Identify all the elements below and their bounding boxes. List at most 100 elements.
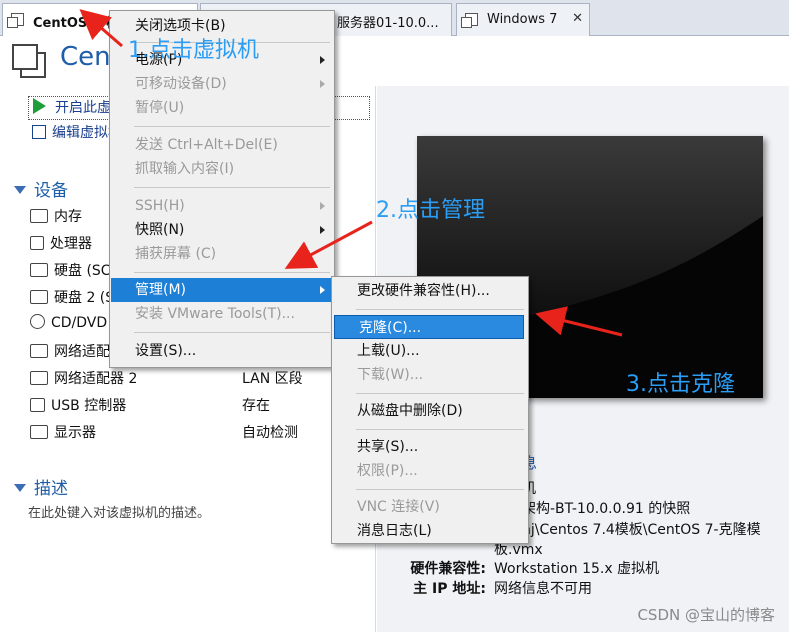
menu-label: 消息日志(L) [357,523,432,539]
menu-label: 下载(W)... [357,367,424,383]
submenu-permissions: 权限(P)... [333,459,527,483]
devices-section[interactable]: 设备 [14,176,68,201]
tab-label: 服务器01-10.0... [337,16,439,31]
device-network-adapter-2[interactable]: 网络适配器 2 [30,368,137,390]
submenu-upload[interactable]: 上载(U)... [333,339,527,363]
menu-label: 权限(P)... [357,463,418,479]
memory-icon [30,209,48,223]
menu-label: 克隆(C)... [359,320,422,336]
menu-separator [356,393,524,394]
menu-label: 更改硬件兼容性(H)... [357,283,490,299]
menu-label: 可移动设备(D) [135,76,227,92]
cd-icon [30,314,45,329]
menu-send-ctrl-alt-del: 发送 Ctrl+Alt+Del(E) [111,133,333,157]
menu-label: SSH(H) [135,198,185,214]
collapse-arrow-icon [14,484,26,492]
devices-heading: 设备 [34,181,68,201]
menu-label: 安装 VMware Tools(T)... [135,306,295,322]
menu-snapshot[interactable]: 快照(N) [111,218,333,242]
usb-icon [30,398,45,412]
network-icon [30,371,48,385]
menu-capture-screen: 捕获屏幕 (C) [111,242,333,266]
menu-separator [134,272,330,273]
menu-label: 从磁盘中删除(D) [357,403,463,419]
network-icon [30,344,48,358]
annotation-step1: 1.点击虚拟机 [128,38,259,63]
submenu-change-hardware-compat[interactable]: 更改硬件兼容性(H)... [333,279,527,303]
menu-settings[interactable]: 设置(S)... [111,339,333,363]
device-cdrom[interactable]: CD/DVD [30,314,107,336]
submenu-message-log[interactable]: 消息日志(L) [333,519,527,543]
watermark: CSDN @宝山的博客 [637,606,775,624]
menu-manage[interactable]: 管理(M) [111,278,333,302]
vm-icon [12,44,46,78]
vm-tab-icon [461,13,478,28]
menu-label: 快照(N) [135,222,185,238]
compat-value: Workstation 15.x 虚拟机 [494,561,660,577]
ip-label: 主 IP 地址: [413,581,486,597]
menu-label: 共享(S)... [357,439,419,455]
submenu-arrow-icon [320,56,325,64]
menu-install-vmware-tools: 安装 VMware Tools(T)... [111,302,333,326]
menu-label: 上载(U)... [357,343,420,359]
menu-grab-input: 抓取输入内容(I) [111,157,333,181]
device-value: LAN 区段 [242,371,303,387]
menu-separator [134,332,330,333]
submenu-arrow-icon [320,286,325,294]
description-placeholder[interactable]: 在此处键入对该虚拟机的描述。 [28,502,210,521]
description-section[interactable]: 描述 [14,474,68,499]
annotation-step2: 2.点击管理 [376,198,485,223]
menu-pause: 暂停(U) [111,96,333,120]
harddisk-icon [30,290,48,304]
close-icon[interactable]: ✕ [572,11,583,26]
collapse-arrow-icon [14,186,26,194]
submenu-vnc-connection: VNC 连接(V) [333,495,527,519]
tab-label: Windows 7 [487,12,558,27]
submenu-arrow-icon [320,226,325,234]
menu-label: 发送 Ctrl+Alt+Del(E) [135,137,278,153]
play-icon [33,98,49,114]
menu-label: 暂停(U) [135,100,185,116]
device-name: 处理器 [50,236,92,252]
menu-label: VNC 连接(V) [357,499,440,515]
submenu-arrow-icon [320,80,325,88]
submenu-arrow-icon [320,202,325,210]
submenu-delete-from-disk[interactable]: 从磁盘中删除(D) [333,399,527,423]
device-name: 显示器 [54,425,96,441]
device-memory[interactable]: 内存 [30,206,82,228]
details-line: 架构-BT-10.0.0.91 的快照 [522,501,691,517]
processor-icon [30,236,44,250]
details-line: nj\Centos 7.4模板\CentOS 7-克隆模 [522,522,761,538]
device-processor[interactable]: 处理器 [30,233,92,255]
device-usb[interactable]: USB 控制器 [30,395,126,417]
menu-label: 管理(M) [135,282,187,298]
menu-separator [134,187,330,188]
annotation-step3: 3.点击克隆 [626,372,735,397]
menu-separator [356,309,524,310]
menu-label: 设置(S)... [135,343,197,359]
ip-value: 网络信息不可用 [494,581,592,597]
menu-label: 捕获屏幕 (C) [135,246,217,262]
compat-label: 硬件兼容性: [410,561,486,577]
menu-separator [134,126,330,127]
manage-submenu: 更改硬件兼容性(H)... 克隆(C)... 上载(U)... 下载(W)...… [331,276,529,544]
edit-icon [32,125,46,139]
display-icon [30,425,48,439]
device-name: 网络适配器 2 [54,371,138,387]
menu-ssh: SSH(H) [111,194,333,218]
description-heading: 描述 [34,479,68,499]
device-name: USB 控制器 [51,398,127,414]
harddisk-icon [30,263,48,277]
menu-label: 抓取输入内容(I) [135,161,235,177]
vm-tab-icon [7,13,24,28]
device-display[interactable]: 显示器 [30,422,96,444]
submenu-share[interactable]: 共享(S)... [333,435,527,459]
menu-separator [356,429,524,430]
device-value: 自动检测 [242,425,298,441]
menu-removable-devices: 可移动设备(D) [111,72,333,96]
tab-windows7[interactable]: Windows 7 ✕ [456,3,590,36]
menu-separator [356,489,524,490]
device-name: 内存 [54,209,82,225]
submenu-clone[interactable]: 克隆(C)... [334,315,524,339]
device-value: 存在 [242,398,270,414]
